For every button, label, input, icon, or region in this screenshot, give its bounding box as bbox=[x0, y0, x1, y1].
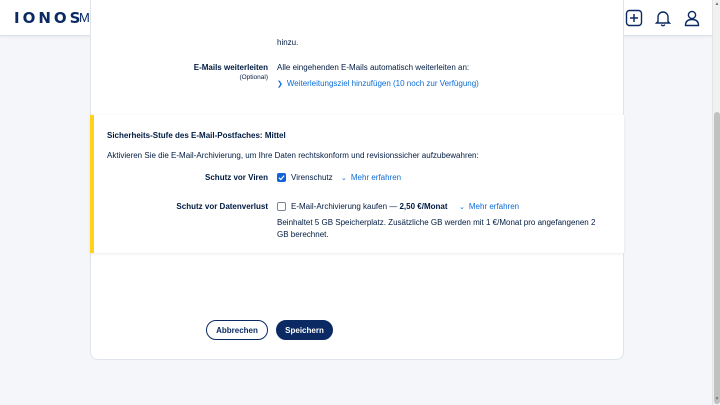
add-icon[interactable] bbox=[625, 9, 643, 27]
previous-text-fragment: hinzu. bbox=[277, 38, 299, 47]
checkmark-icon bbox=[278, 175, 285, 181]
virus-protection-option: Virenschutz bbox=[291, 173, 333, 182]
virus-protection-checkbox[interactable] bbox=[277, 173, 286, 182]
archiving-note-line2: GB berechnet. bbox=[277, 230, 329, 239]
virus-more-link[interactable]: ⌄ Mehr erfahren bbox=[341, 173, 401, 182]
chevron-down-icon: ⌄ bbox=[341, 175, 347, 182]
bell-icon[interactable] bbox=[654, 9, 672, 27]
forwarding-label: E-Mails weiterleiten bbox=[193, 63, 268, 72]
scroll-down-arrow-icon[interactable]: ▼ bbox=[714, 396, 720, 404]
cancel-button[interactable]: Abbrechen bbox=[206, 320, 268, 340]
ionos-logo[interactable]: IONOS bbox=[14, 9, 83, 27]
security-level-title: Sicherheits-Stufe des E-Mail-Postfaches:… bbox=[107, 131, 286, 140]
user-icon[interactable] bbox=[683, 9, 701, 27]
forwarding-description: Alle eingehenden E-Mails automatisch wei… bbox=[277, 63, 470, 72]
archiving-more-link-label: Mehr erfahren bbox=[468, 202, 520, 211]
archiving-note-line1: Beinhaltet 5 GB Speicherplatz. Zusätzlic… bbox=[277, 218, 596, 227]
archiving-more-link[interactable]: ⌄ Mehr erfahren bbox=[459, 202, 519, 211]
chevron-right-icon: ❯ bbox=[277, 81, 283, 88]
archiving-price: 2,50 €/Monat bbox=[399, 202, 448, 211]
add-forwarding-link[interactable]: ❯ Weiterleitungsziel hinzufügen (10 noch … bbox=[277, 79, 479, 88]
archiving-intro: Aktivieren Sie die E-Mail-Archivierung, … bbox=[107, 151, 479, 160]
scrollbar-thumb[interactable] bbox=[714, 112, 720, 404]
scroll-up-arrow-icon[interactable]: ▲ bbox=[714, 1, 720, 9]
virus-protection-label: Schutz vor Viren bbox=[205, 173, 268, 182]
vertical-scrollbar[interactable]: ▲ ▼ bbox=[712, 0, 720, 405]
data-loss-label: Schutz vor Datenverlust bbox=[176, 202, 268, 211]
virus-more-link-label: Mehr erfahren bbox=[350, 173, 402, 182]
archiving-option: E-Mail-Archivierung kaufen — 2,50 €/Mona… bbox=[291, 202, 448, 211]
add-forwarding-link-label: Weiterleitungsziel hinzufügen (10 noch z… bbox=[286, 79, 479, 88]
optional-hint: (Optional) bbox=[239, 74, 268, 81]
archiving-option-text: E-Mail-Archivierung kaufen — bbox=[291, 202, 400, 211]
archiving-checkbox[interactable] bbox=[277, 202, 286, 211]
save-button[interactable]: Speichern bbox=[276, 320, 333, 340]
chevron-down-icon: ⌄ bbox=[459, 204, 465, 211]
